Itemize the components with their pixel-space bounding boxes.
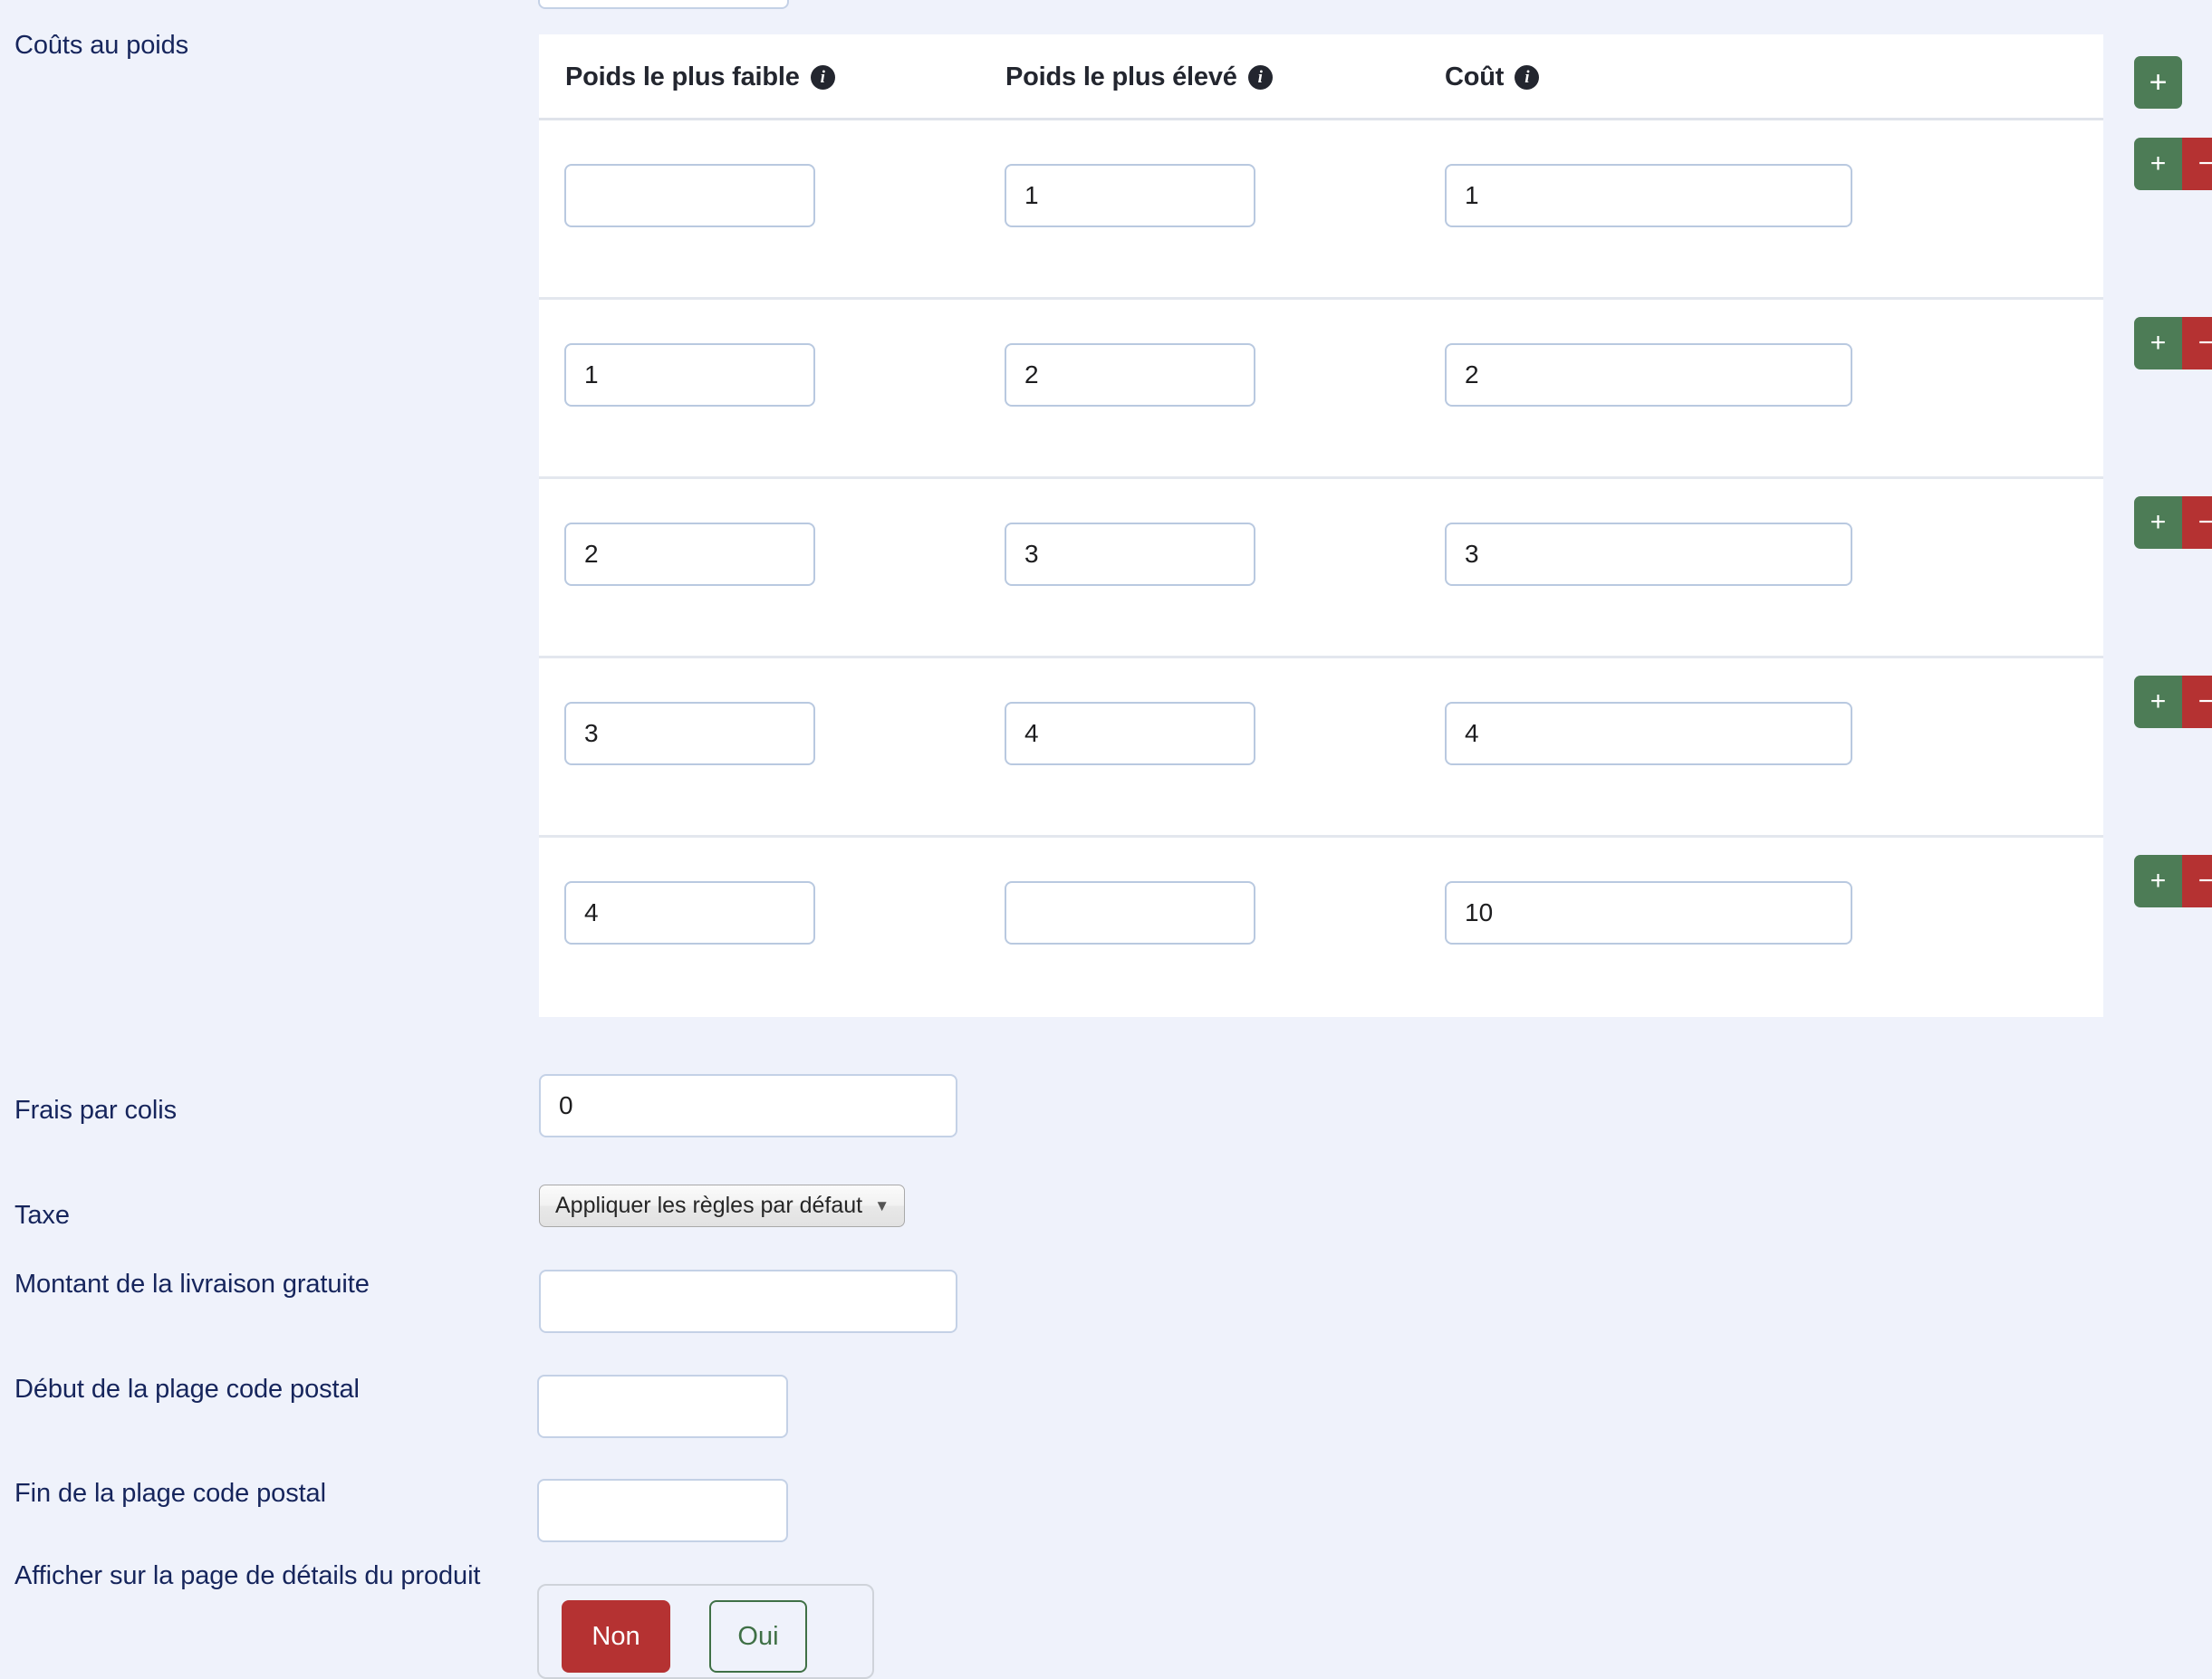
row-remove-button[interactable]: − [2182,496,2212,549]
chevron-down-icon: ▼ [874,1196,890,1214]
tax-label: Taxe [14,1201,70,1230]
column-header-cost: Coût i [1445,34,1540,120]
lowest-weight-input[interactable] [564,523,815,586]
toggle-option-no[interactable]: Non [562,1600,670,1673]
per-package-fee-input[interactable] [539,1074,957,1137]
info-icon[interactable]: i [1247,65,1273,90]
highest-weight-input[interactable] [1005,164,1255,227]
add-row-button[interactable]: + [2134,56,2182,109]
show-on-product-page-toggle: Non Oui [537,1584,874,1679]
lowest-weight-input[interactable] [564,702,815,765]
row-actions: + − [2134,496,2212,549]
zip-range-end-label: Fin de la plage code postal [14,1479,326,1508]
column-header-highest-weight-label: Poids le plus élevé [1005,62,1237,91]
cost-input[interactable] [1445,881,1852,945]
column-header-lowest-weight-label: Poids le plus faible [565,62,800,91]
row-remove-button[interactable]: − [2182,855,2212,907]
row-actions: + − [2134,676,2212,728]
weight-costs-table-header: Poids le plus faible i Poids le plus éle… [539,34,2182,120]
highest-weight-input[interactable] [1005,702,1255,765]
row-remove-button[interactable]: − [2182,138,2212,190]
row-remove-button[interactable]: − [2182,676,2212,728]
cost-input[interactable] [1445,164,1852,227]
column-header-cost-label: Coût [1445,62,1505,91]
row-actions: + − [2134,855,2212,907]
table-row: + − [539,300,2212,479]
highest-weight-input[interactable] [1005,343,1255,407]
row-add-button[interactable]: + [2134,676,2182,728]
table-row: + − [539,120,2212,300]
cost-input[interactable] [1445,702,1852,765]
row-add-button[interactable]: + [2134,317,2182,369]
row-actions: + − [2134,138,2212,190]
tax-select[interactable]: Appliquer les règles par défaut ▼ [539,1185,906,1227]
per-package-fee-label: Frais par colis [14,1096,177,1125]
weight-costs-table: Poids le plus faible i Poids le plus éle… [539,34,2212,1017]
row-remove-button[interactable]: − [2182,317,2212,369]
toggle-option-yes[interactable]: Oui [709,1600,807,1673]
lowest-weight-input[interactable] [564,343,815,407]
free-shipping-amount-input[interactable] [539,1270,957,1333]
previous-field-input-partial[interactable] [538,0,789,9]
zip-range-end-input[interactable] [537,1479,788,1542]
free-shipping-amount-label: Montant de la livraison gratuite [14,1270,370,1299]
info-icon[interactable]: i [1515,65,1540,90]
table-row: + − [539,658,2212,838]
column-header-highest-weight: Poids le plus élevé i [1005,34,1273,120]
weight-costs-section-label: Coûts au poids [14,31,189,60]
row-add-button[interactable]: + [2134,855,2182,907]
row-add-button[interactable]: + [2134,138,2182,190]
highest-weight-input[interactable] [1005,523,1255,586]
table-row: + − [539,838,2212,1017]
cost-input[interactable] [1445,523,1852,586]
zip-range-start-label: Début de la plage code postal [14,1375,360,1404]
lowest-weight-input[interactable] [564,164,815,227]
lowest-weight-input[interactable] [564,881,815,945]
cost-input[interactable] [1445,343,1852,407]
table-row: + − [539,479,2212,658]
row-actions: + − [2134,317,2212,369]
shipping-method-settings-page: Coûts au poids Poids le plus faible i Po… [0,0,2212,1679]
zip-range-start-input[interactable] [537,1375,788,1438]
tax-select-value: Appliquer les règles par défaut [555,1193,863,1218]
show-on-product-page-label: Afficher sur la page de détails du produ… [14,1561,481,1590]
column-header-lowest-weight: Poids le plus faible i [565,34,835,120]
row-add-button[interactable]: + [2134,496,2182,549]
info-icon[interactable]: i [810,65,835,90]
highest-weight-input[interactable] [1005,881,1255,945]
